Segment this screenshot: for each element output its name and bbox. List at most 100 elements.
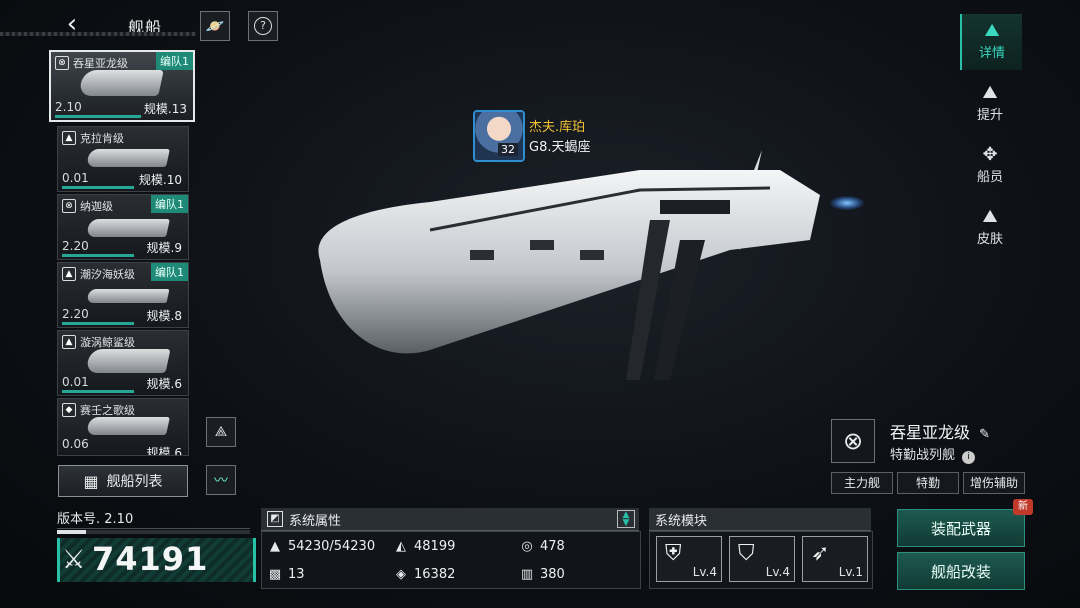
tab-upgrade[interactable]: ⛰ 提升: [960, 76, 1020, 132]
attr-hull: ▲ 54230/54230: [268, 533, 375, 559]
flame-icon: ▲: [62, 335, 76, 349]
ship-name-text: 吞星亚龙级: [890, 423, 971, 442]
wave-icon: 〰: [214, 473, 228, 489]
stats-button[interactable]: 〰: [206, 465, 236, 495]
ship-version: 2.10: [55, 100, 82, 114]
ship-name: 吞星亚龙级: [73, 57, 128, 70]
ship-model: [318, 150, 820, 380]
ship-list-item[interactable]: ▲ 漩涡鲸鲨级 0.01 规模.6: [57, 330, 189, 396]
attr-armor: ◭ 48199: [394, 533, 455, 559]
ship-thumbnail: [86, 219, 170, 237]
ship-tag: 主力舰: [831, 472, 893, 494]
ship-type: 特勤战列舰 i: [890, 444, 976, 464]
ship-name: 潮汐海妖级: [80, 268, 135, 281]
ship-tag: 特勤: [897, 472, 959, 494]
module-level: Lv.4: [692, 565, 717, 579]
ship-version: 2.20: [62, 239, 89, 253]
flame-icon: ▲: [62, 267, 76, 281]
broken-shield-module-icon: ⛉: [738, 541, 755, 566]
fleet-filter-button[interactable]: ⟁: [206, 417, 236, 447]
ship-scale: 规模.6: [146, 446, 182, 456]
armor-icon: ◭: [396, 538, 406, 554]
module-slot[interactable]: ⛉ Lv.4: [729, 536, 795, 582]
shield-module-icon: ⛨: [665, 541, 682, 566]
tab-crew[interactable]: ✥ 船员: [960, 138, 1020, 194]
fleet-badge: 编队1: [151, 263, 188, 281]
attr-value: 54230/54230: [288, 538, 376, 554]
shield-icon: ◎: [521, 538, 533, 554]
tab-detail[interactable]: ⛰ 详情: [960, 14, 1022, 70]
ship-thumbnail: [86, 417, 170, 435]
ship-list-item[interactable]: ⊗ 吞星亚龙级 编队1 2.10 规模.13: [49, 50, 195, 122]
ship-thumbnail: [86, 149, 170, 167]
help-icon: ?: [254, 17, 272, 35]
crew-icon: ✥: [982, 144, 998, 165]
ship-scale: 规模.13: [143, 102, 187, 116]
ship-scale: 规模.8: [146, 309, 182, 323]
power-value: 74191: [92, 540, 209, 578]
system-modules-title: 系统模块: [655, 514, 708, 529]
ship-progress-bar: [62, 322, 134, 325]
ship-thumbnail: [78, 70, 164, 96]
planet-button[interactable]: 🪐: [200, 11, 230, 41]
module-slot[interactable]: ➶ Lv.1: [802, 536, 868, 582]
fleet-badge: 编队1: [156, 52, 193, 70]
ship-list-item[interactable]: ▲ 潮汐海妖级 编队1 2.20 规模.8: [57, 262, 189, 328]
attrs-toggle-button[interactable]: ▲ ▼: [617, 510, 635, 528]
attr-speed: ▥ 380: [520, 561, 565, 587]
crossed-swords-icon: ⚔: [62, 545, 86, 575]
ship-thumbnail: [85, 349, 171, 373]
flame-icon: ▲: [62, 131, 76, 145]
system-attrs-grid: ▲ 54230/54230 ◭ 48199 ◎ 478 ▩ 13 ◈ 16382…: [261, 531, 641, 589]
ship-name: 赛壬之歌级: [80, 404, 135, 417]
captain-name: 杰夫.库珀: [529, 120, 586, 135]
attr-value: 478: [540, 538, 565, 554]
system-modules-header: 系统模块: [649, 508, 871, 531]
help-button[interactable]: ?: [248, 11, 278, 41]
ship-list-button[interactable]: ▦ 舰船列表: [58, 465, 188, 497]
version-progress-fill: [57, 530, 86, 534]
ship-list-item[interactable]: ▲ 克拉肯级 0.01 规模.10: [57, 126, 189, 192]
ship-name: 克拉肯级: [80, 132, 124, 145]
ship-role-icon: ⊗: [831, 419, 875, 463]
attr-value: 16382: [414, 566, 456, 582]
module-slot[interactable]: ⛨ Lv.4: [656, 536, 722, 582]
edit-icon[interactable]: ✎: [979, 427, 990, 442]
skin-icon: ⛰: [982, 206, 998, 227]
ship-progress-bar: [62, 254, 134, 257]
detail-icon: ⛰: [984, 20, 1000, 41]
grid-icon: ▦: [83, 471, 99, 491]
ship-tag: 增伤辅助: [963, 472, 1025, 494]
module-level: Lv.4: [765, 565, 790, 579]
missile-module-icon: ➶: [811, 541, 830, 566]
speed-icon: ▥: [520, 566, 534, 582]
equip-weapon-button[interactable]: 装配武器: [897, 509, 1025, 547]
attrs-icon: ◩: [267, 511, 283, 527]
ship-name: 纳迦级: [80, 200, 113, 213]
hull-icon: ▲: [270, 538, 280, 554]
upgrade-icon: ⛰: [982, 82, 998, 103]
ship-version: 2.20: [62, 307, 89, 321]
version-progress-bar: [57, 530, 250, 534]
ship-list-item[interactable]: ⊗ 纳迦级 编队1 2.20 规模.9: [57, 194, 189, 260]
attr-value: 13: [288, 566, 305, 582]
engine-glow: [830, 196, 864, 210]
fleet-badge: 编队1: [151, 195, 188, 213]
new-badge: 新: [1013, 499, 1033, 515]
energy-icon: ◈: [396, 566, 406, 582]
target-icon: ⊗: [55, 56, 69, 70]
ship-modify-button[interactable]: 舰船改装: [897, 552, 1025, 590]
system-attrs-header: ◩ 系统属性 ▲ ▼: [261, 508, 639, 531]
ship-progress-bar: [55, 115, 141, 118]
ship-scale: 规模.9: [146, 241, 182, 255]
ship-list-label: 舰船列表: [106, 474, 163, 490]
attr-energy: ◈ 16382: [394, 561, 455, 587]
ship-scale: 规模.10: [138, 173, 182, 187]
ship-progress-bar: [62, 186, 134, 189]
tab-label: 详情: [978, 46, 1005, 61]
ship-thumbnail: [86, 289, 170, 303]
tab-skin[interactable]: ⛰ 皮肤: [960, 200, 1020, 256]
ship-version: 0.01: [62, 375, 89, 389]
info-icon[interactable]: i: [962, 451, 976, 464]
ship-list-item[interactable]: ◆ 赛壬之歌级 0.06 规模.6: [57, 398, 189, 456]
